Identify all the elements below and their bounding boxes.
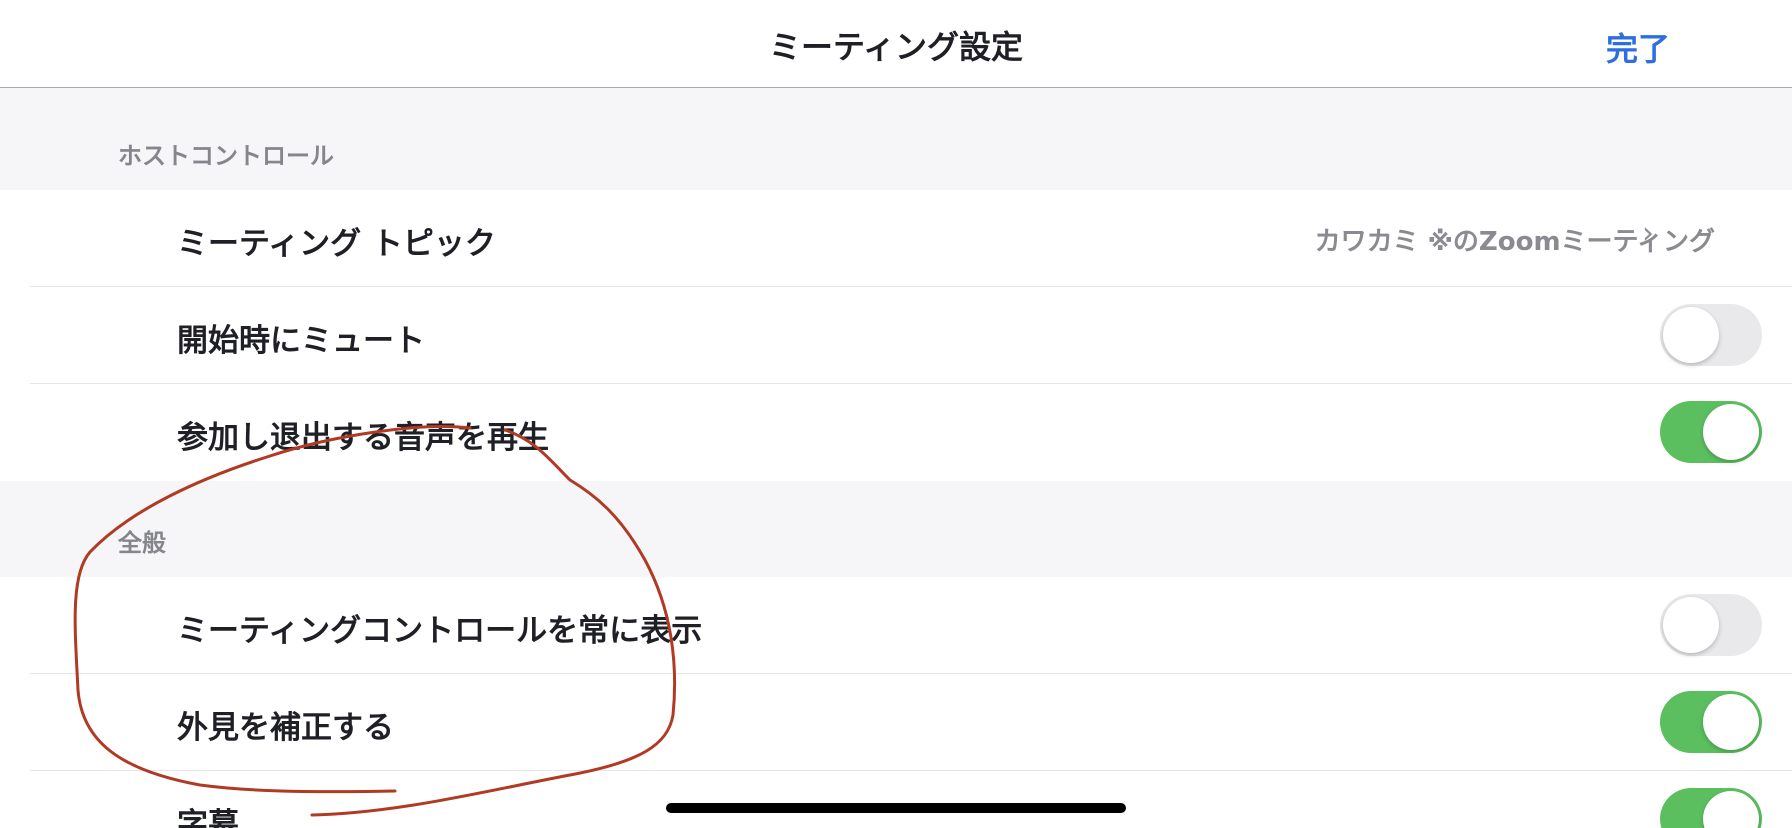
join-leave-sound-row: 参加し退出する音声を再生 [0, 384, 1792, 481]
touch-up-appearance-toggle[interactable] [1660, 691, 1762, 753]
toggle-knob [1703, 404, 1759, 460]
section-header-general: 全般 [0, 481, 1792, 577]
section-header-label: 全般 [118, 529, 166, 557]
mute-on-start-row: 開始時にミュート [0, 287, 1792, 384]
meeting-topic-value: カワカミ ※のZoomミーティング [1314, 227, 1715, 257]
meeting-topic-label: ミーティング トピック [177, 226, 496, 262]
toggle-knob [1663, 307, 1719, 363]
toggle-knob [1663, 597, 1719, 653]
touch-up-appearance-row: 外見を補正する [0, 674, 1792, 771]
captions-toggle[interactable] [1660, 788, 1762, 828]
done-button[interactable]: 完了 [1606, 24, 1670, 70]
always-show-controls-toggle[interactable] [1660, 594, 1762, 656]
captions-label: 字幕 [177, 807, 239, 828]
navigation-bar: ミーティング設定 完了 [0, 0, 1792, 88]
touch-up-appearance-label: 外見を補正する [177, 710, 394, 746]
section-header-host-control: ホストコントロール [0, 89, 1792, 190]
always-show-controls-label: ミーティングコントロールを常に表示 [177, 613, 703, 649]
captions-row: 字幕 [0, 771, 1792, 828]
home-indicator [666, 803, 1126, 813]
always-show-controls-row: ミーティングコントロールを常に表示 [0, 577, 1792, 674]
toggle-knob [1703, 694, 1759, 750]
page-title: ミーティング設定 [768, 28, 1024, 66]
join-leave-sound-toggle[interactable] [1660, 401, 1762, 463]
join-leave-sound-label: 参加し退出する音声を再生 [177, 420, 549, 456]
meeting-settings-screen: ミーティング設定 完了 ホストコントロール ミーティング トピック カワカミ ※… [0, 0, 1792, 828]
toggle-knob [1703, 791, 1759, 828]
section-header-label: ホストコントロール [118, 142, 334, 170]
meeting-topic-row[interactable]: ミーティング トピック カワカミ ※のZoomミーティング › [0, 190, 1792, 287]
mute-on-start-label: 開始時にミュート [177, 323, 425, 359]
chevron-right-icon: › [1642, 216, 1654, 251]
mute-on-start-toggle[interactable] [1660, 304, 1762, 366]
